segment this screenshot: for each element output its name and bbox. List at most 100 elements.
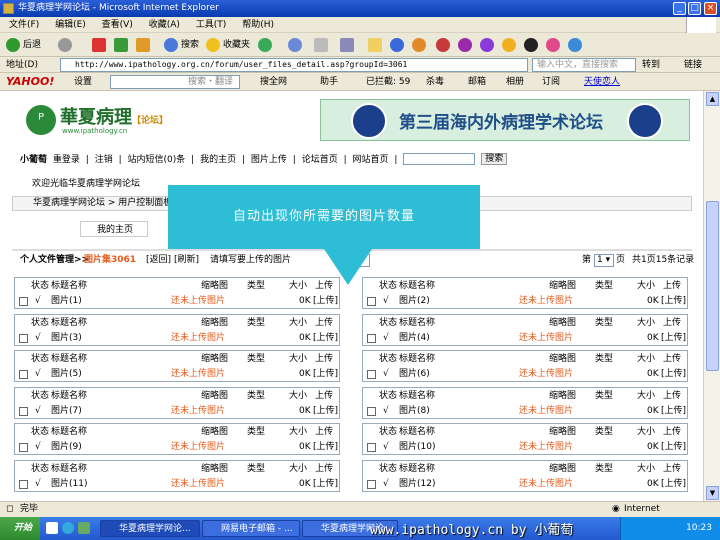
- menu-tools[interactable]: 工具(T): [196, 20, 227, 30]
- table-row: √ 图片(10) 还未上传图片 0K [上传]: [363, 440, 687, 455]
- favorites-button[interactable]: 收藏夹: [206, 37, 250, 53]
- plugin-button-2[interactable]: [412, 37, 429, 53]
- row-checkbox[interactable]: [19, 443, 28, 452]
- plugin-button-8[interactable]: [568, 37, 585, 53]
- qq-button[interactable]: [524, 37, 541, 53]
- menu-file[interactable]: 文件(F): [9, 20, 39, 30]
- refresh-link[interactable]: [刷新]: [174, 251, 199, 269]
- row-upload-link[interactable]: [上传]: [661, 294, 686, 309]
- row-checkbox[interactable]: [367, 370, 376, 379]
- row-checkbox[interactable]: [19, 479, 28, 489]
- print-button[interactable]: [314, 37, 331, 53]
- row-checkbox[interactable]: [367, 406, 376, 416]
- nav-site-home[interactable]: 网站首页: [353, 155, 389, 165]
- yahoo-rss[interactable]: 订阅: [542, 73, 560, 91]
- refresh-button[interactable]: [114, 37, 131, 53]
- row-upload-link[interactable]: [上传]: [661, 331, 686, 346]
- nav-relogin[interactable]: 重登录: [53, 155, 80, 165]
- row-size: 0K: [647, 369, 659, 379]
- yahoo-helper[interactable]: 助手: [320, 73, 338, 91]
- media-button[interactable]: [258, 37, 275, 53]
- yahoo-full-search[interactable]: 搜全网: [260, 73, 287, 91]
- tab-my-homepage[interactable]: 我的主页: [80, 221, 149, 237]
- scroll-down-icon[interactable]: ▼: [706, 486, 719, 500]
- scroll-thumb[interactable]: [706, 201, 719, 371]
- table-row: √ 图片(3) 还未上传图片 0K [上传]: [15, 331, 339, 346]
- col-title: 标题名称: [51, 281, 88, 291]
- row-checkbox[interactable]: [367, 479, 376, 489]
- plugin-button-5[interactable]: [480, 37, 497, 53]
- row-checkbox[interactable]: [367, 333, 376, 343]
- task-forum-1[interactable]: 华夏病理学网论...: [100, 520, 200, 537]
- menu-favorites[interactable]: 收藏(A): [149, 20, 180, 30]
- start-button[interactable]: 开始: [0, 517, 40, 540]
- maximize-button[interactable]: □: [688, 2, 701, 15]
- nav-search-input[interactable]: [403, 153, 476, 165]
- address-search-input[interactable]: 输入中文，直接搜索: [532, 58, 636, 72]
- quicklaunch-desktop-icon[interactable]: [46, 522, 58, 534]
- row-checkbox[interactable]: [19, 297, 28, 306]
- row-upload-link[interactable]: [上传]: [313, 440, 338, 455]
- stop-button[interactable]: [92, 37, 109, 53]
- forward-button[interactable]: [58, 37, 75, 53]
- plugin-button-3[interactable]: [436, 37, 453, 53]
- go-button[interactable]: 转到: [642, 57, 660, 73]
- yahoo-antivirus[interactable]: 杀毒: [426, 73, 444, 91]
- plugin-button-6[interactable]: [502, 37, 519, 53]
- yahoo-search-input[interactable]: 搜索・翻译: [110, 75, 240, 89]
- site-logo[interactable]: ᴾ 華夏病理【论坛】 www.ipathology.cn: [26, 103, 168, 139]
- edit-button[interactable]: [340, 37, 357, 53]
- row-upload-link[interactable]: [上传]: [313, 404, 338, 419]
- yahoo-tianshi[interactable]: 天使恋人: [584, 73, 620, 91]
- yahoo-logo[interactable]: YAHOO!: [6, 73, 54, 91]
- menu-view[interactable]: 查看(V): [102, 20, 133, 30]
- minimize-button[interactable]: _: [673, 2, 686, 15]
- row-upload-link[interactable]: [上传]: [313, 477, 338, 492]
- history-button[interactable]: [288, 37, 305, 53]
- row-upload-link[interactable]: [上传]: [661, 404, 686, 419]
- nav-homepage[interactable]: 我的主页: [200, 155, 236, 165]
- back-button[interactable]: 后退: [6, 37, 41, 53]
- task-netease-mail[interactable]: 网易电子邮箱 - ...: [202, 520, 300, 537]
- row-checkbox[interactable]: [19, 406, 28, 416]
- scroll-up-icon[interactable]: ▲: [706, 92, 719, 106]
- yahoo-popup-blocked[interactable]: 已拦截: 59: [366, 73, 410, 91]
- nav-messages[interactable]: 站内短信(0)条: [128, 155, 186, 165]
- links-button[interactable]: 链接: [684, 57, 702, 73]
- folder-button[interactable]: [368, 37, 385, 53]
- plugin-button-7[interactable]: [546, 37, 563, 53]
- yahoo-album[interactable]: 相册: [506, 73, 524, 91]
- row-checkbox[interactable]: [19, 370, 28, 379]
- taskbar: 开始 华夏病理学网论... 网易电子邮箱 - ... 华夏病理学网论... 10…: [0, 517, 720, 540]
- close-button[interactable]: ×: [704, 2, 717, 15]
- row-upload-link[interactable]: [上传]: [313, 367, 338, 382]
- search-button[interactable]: 搜索: [164, 37, 199, 53]
- menu-edit[interactable]: 编辑(E): [55, 20, 86, 30]
- plugin-button-4[interactable]: [458, 37, 475, 53]
- row-checkbox[interactable]: [367, 297, 376, 306]
- quicklaunch-ie-icon[interactable]: [62, 522, 74, 534]
- page-select[interactable]: 1 ▾: [594, 254, 614, 267]
- row-upload-link[interactable]: [上传]: [313, 331, 338, 346]
- row-checkbox[interactable]: [367, 443, 376, 452]
- vertical-scrollbar[interactable]: ▲ ▼: [703, 91, 720, 501]
- nav-upload[interactable]: 图片上传: [251, 155, 287, 165]
- home-button[interactable]: [136, 37, 153, 53]
- row-checkbox[interactable]: [19, 333, 28, 343]
- row-size: 0K: [299, 332, 311, 343]
- yahoo-settings[interactable]: 设置: [74, 73, 92, 91]
- plugin-button-1[interactable]: [390, 37, 407, 53]
- nav-logout[interactable]: 注销: [95, 155, 113, 165]
- nav-search-button[interactable]: 搜索: [481, 153, 508, 165]
- row-upload-link[interactable]: [上传]: [661, 440, 686, 455]
- quicklaunch-media-icon[interactable]: [78, 522, 90, 534]
- back-link[interactable]: [返回]: [146, 251, 171, 269]
- address-input[interactable]: http://www.ipathology.org.cn/forum/user_…: [60, 58, 528, 72]
- nav-forum-home[interactable]: 论坛首页: [302, 155, 338, 165]
- menu-help[interactable]: 帮助(H): [242, 20, 274, 30]
- yahoo-mail[interactable]: 邮箱: [468, 73, 486, 91]
- row-upload-link[interactable]: [上传]: [661, 477, 686, 492]
- row-upload-link[interactable]: [上传]: [661, 367, 686, 382]
- table-row: √ 图片(9) 还未上传图片 0K [上传]: [15, 440, 339, 455]
- row-upload-link[interactable]: [上传]: [313, 294, 338, 309]
